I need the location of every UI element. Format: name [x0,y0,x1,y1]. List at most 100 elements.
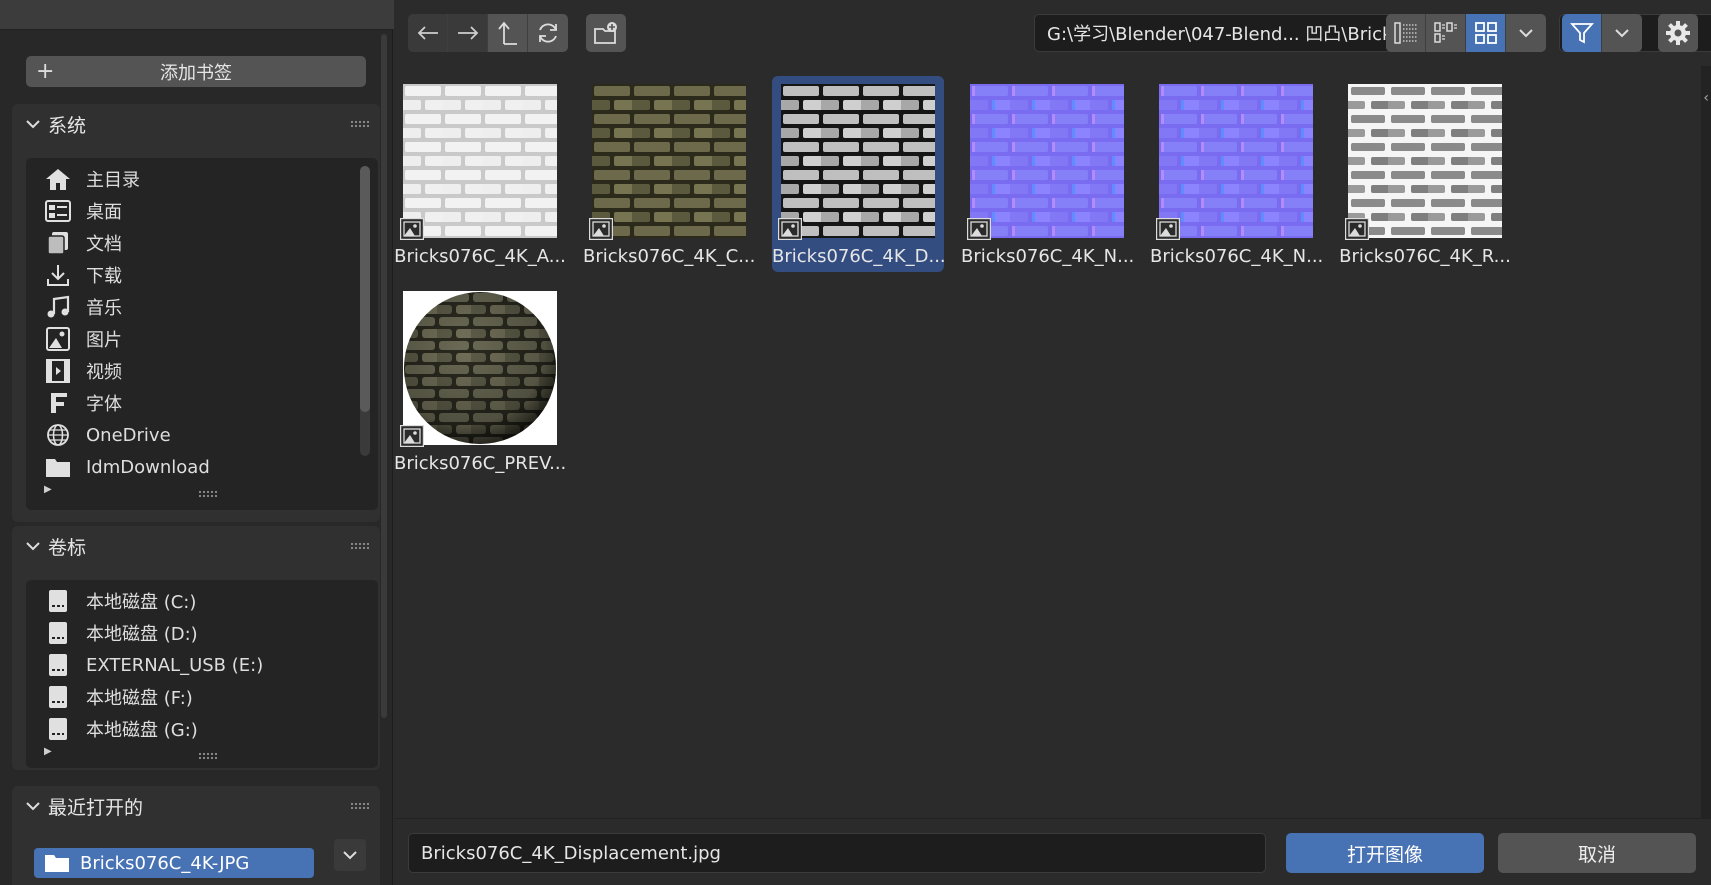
file-thumbnail-selected[interactable]: Bricks076C_4K_D... [772,76,944,272]
chevron-down-icon [24,797,42,815]
music-icon [44,294,72,320]
system-panel-header[interactable]: 系统 [12,104,380,144]
recent-panel-header[interactable]: 最近打开的 [12,786,380,826]
horizontal-list-button[interactable] [1426,14,1466,52]
sidebar-item-disk-g[interactable]: 本地磁盘 (G:) [44,714,198,744]
display-mode-group [1386,14,1546,52]
file-area-scrollbar[interactable] [1701,66,1711,818]
sidebar-scrollbar[interactable] [381,34,387,718]
image-file-icon [967,218,991,240]
sidebar-item-downloads[interactable]: 下载 [44,260,122,290]
panel-grip-icon[interactable] [350,542,370,550]
add-bookmark-label: 添加书签 [160,62,232,84]
sidebar-item-music[interactable]: 音乐 [44,292,122,322]
expand-triangle-icon[interactable]: ▶ [44,746,52,757]
file-thumbnail[interactable]: Bricks076C_4K_R... [1339,76,1511,272]
texture-preview [403,291,557,445]
globe-icon [44,422,72,448]
recent-panel-title: 最近打开的 [48,796,144,819]
sidebar-item-videos[interactable]: 视频 [44,356,122,386]
file-name: Bricks076C_4K_R... [1339,246,1511,267]
file-thumbnail[interactable]: Bricks076C_4K_C... [583,76,755,272]
volumes-list: 本地磁盘 (C:) 本地磁盘 (D:) EXTERNAL_USB (E:) 本地… [26,580,378,768]
image-file-icon [778,218,802,240]
new-folder-group [586,14,626,52]
sidebar-item-disk-f[interactable]: 本地磁盘 (F:) [44,682,193,712]
panel-grip-icon[interactable] [350,802,370,810]
sidebar-item-home[interactable]: 主目录 [44,164,140,194]
filename-input[interactable]: Bricks076C_4K_Displacement.jpg [408,833,1266,873]
collapse-side-panel-icon[interactable]: ‹ [1703,90,1709,106]
sidebar-item-documents[interactable]: 文档 [44,228,122,258]
volumes-panel: 卷标 本地磁盘 (C:) 本地磁盘 (D:) EXTERNAL_USB (E:)… [12,526,380,770]
filter-funnel-icon [1569,23,1594,44]
volumes-panel-title: 卷标 [48,536,87,559]
texture-preview [1159,84,1313,238]
sidebar-item-fonts[interactable]: 字体 [44,388,122,418]
system-list: 主目录 桌面 文档 下载 音乐 图片 视频 字体 OneDrive IdmDow… [26,158,378,510]
list-resize-grip-icon[interactable] [198,752,218,760]
sidebar-item-onedrive[interactable]: OneDrive [44,420,171,450]
chevron-down-icon [343,851,357,860]
disk-icon [44,652,72,678]
system-scrollbar-thumb[interactable] [360,166,370,412]
expand-triangle-icon[interactable]: ▶ [44,484,52,495]
sidebar-item-pictures[interactable]: 图片 [44,324,122,354]
file-name: Bricks076C_PREV... [394,453,566,474]
file-name: Bricks076C_4K_A... [394,246,566,267]
add-bookmark-button[interactable]: + 添加书签 [26,56,366,87]
disk-icon [44,620,72,646]
file-name: Bricks076C_4K_D... [772,246,944,267]
desktop-icon [44,198,72,224]
toolbar: G:\学习\Blender\047-Blend... 凹凸\Bricks076C… [394,0,1711,66]
list-resize-grip-icon[interactable] [198,490,218,498]
file-thumbnail[interactable]: Bricks076C_4K_N... [1150,76,1322,272]
settings-button[interactable] [1658,14,1698,52]
sidebar-item-disk-c[interactable]: 本地磁盘 (C:) [44,586,196,616]
home-icon [44,166,72,192]
sidebar-item-disk-d[interactable]: 本地磁盘 (D:) [44,618,198,648]
texture-preview [403,84,557,238]
sidebar-item-desktop[interactable]: 桌面 [44,196,122,226]
back-button[interactable] [408,14,448,52]
image-file-icon [400,425,424,447]
thumbnails-button[interactable] [1466,14,1506,52]
thumbnail-grid-icon [1474,22,1497,44]
chevron-down-icon [24,537,42,555]
sidebar-item-idmdownload[interactable]: IdmDownload [44,452,210,482]
filter-options-dropdown[interactable] [1602,14,1642,52]
image-file-icon [1345,218,1369,240]
chevron-down-icon [1519,29,1533,38]
volumes-panel-header[interactable]: 卷标 [12,526,380,566]
texture-preview [1348,84,1502,238]
open-image-button[interactable]: 打开图像 [1286,833,1484,873]
file-thumbnail[interactable]: Bricks076C_4K_N... [961,76,1133,272]
forward-button[interactable] [448,14,488,52]
vertical-list-button[interactable] [1386,14,1426,52]
panel-grip-icon[interactable] [350,120,370,128]
display-options-dropdown[interactable] [1506,14,1546,52]
cancel-button[interactable]: 取消 [1498,833,1696,873]
recent-item[interactable]: Bricks076C_4K-JPG [34,848,314,878]
documents-icon [44,230,72,256]
image-file-icon [589,218,613,240]
arrow-right-icon [457,26,478,40]
recent-dropdown-button[interactable] [334,839,366,871]
refresh-button[interactable] [528,14,568,52]
nav-button-group [408,14,568,52]
bottom-bar: Bricks076C_4K_Displacement.jpg 打开图像 取消 [394,818,1711,885]
file-thumbnail[interactable]: Bricks076C_4K_A... [394,76,566,272]
settings-group [1658,14,1698,52]
parent-dir-button[interactable] [488,14,528,52]
filter-toggle-button[interactable] [1562,14,1602,52]
font-icon [44,390,72,416]
disk-icon [44,684,72,710]
gear-icon [1666,21,1690,45]
new-folder-button[interactable] [586,14,626,52]
disk-icon [44,716,72,742]
vertical-list-icon [1393,22,1417,44]
file-name: Bricks076C_4K_N... [1150,246,1322,267]
sidebar-item-disk-e[interactable]: EXTERNAL_USB (E:) [44,650,263,680]
file-thumbnail[interactable]: Bricks076C_PREV... [394,283,566,479]
system-panel: 系统 主目录 桌面 文档 下载 音乐 图片 视频 字体 OneDrive Idm… [12,104,380,522]
